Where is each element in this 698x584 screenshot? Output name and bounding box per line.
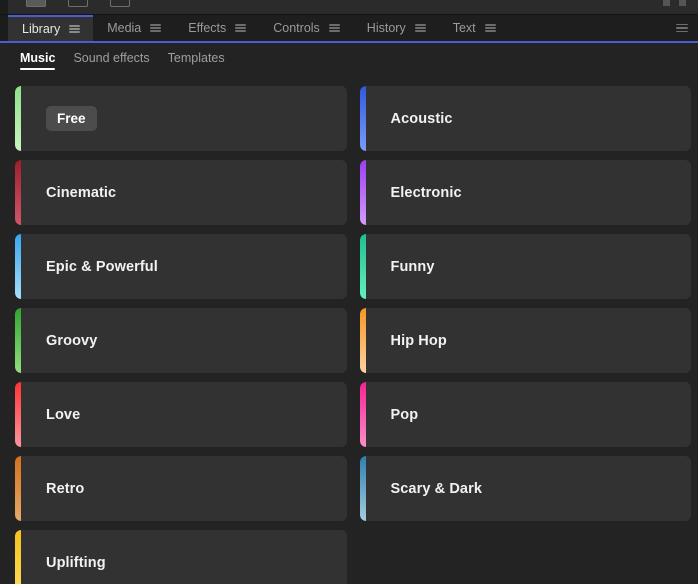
category-card-funny[interactable]: Funny: [359, 234, 691, 299]
hamburger-icon[interactable]: [414, 24, 426, 32]
tab-library-label: Library: [22, 22, 61, 36]
accent-bar: [15, 530, 21, 584]
category-label: Retro: [46, 480, 85, 497]
tab-controls[interactable]: Controls: [259, 15, 353, 41]
category-card-retro[interactable]: Retro: [15, 456, 347, 521]
category-card-free[interactable]: Free: [15, 86, 347, 151]
tab-text-label: Text: [452, 21, 476, 35]
accent-bar: [359, 86, 366, 151]
sub-tab-bar: Music Sound effects Templates: [0, 43, 698, 78]
accent-bar: [15, 308, 21, 373]
panel-right-icon[interactable]: [679, 0, 686, 6]
accent-bar: [359, 234, 366, 299]
media-pool-icon[interactable]: [26, 0, 46, 7]
tab-library[interactable]: Library: [8, 15, 94, 41]
tab-bar-overflow-menu[interactable]: [676, 15, 698, 41]
subtab-templates[interactable]: Templates: [168, 51, 225, 70]
accent-bar: [15, 86, 21, 151]
tab-effects-label: Effects: [188, 21, 227, 35]
accent-bar: [15, 456, 21, 521]
edit-index-icon[interactable]: [110, 0, 130, 7]
hamburger-icon[interactable]: [328, 24, 340, 32]
accent-bar: [15, 160, 21, 225]
toolbar-icon-group: [26, 0, 130, 7]
panel-left-icon[interactable]: [663, 0, 670, 6]
category-card-epic-and-powerful[interactable]: Epic & Powerful: [15, 234, 347, 299]
tab-controls-label: Controls: [273, 21, 320, 35]
category-label: Hip Hop: [390, 332, 447, 349]
category-label: Electronic: [390, 184, 462, 201]
category-card-cinematic[interactable]: Cinematic: [15, 160, 347, 225]
category-label: Scary & Dark: [390, 480, 482, 497]
subtab-music[interactable]: Music: [20, 51, 56, 70]
category-label: Acoustic: [390, 110, 453, 127]
category-list: Free Acoustic Cinematic Electronic Epic …: [0, 78, 698, 584]
category-label: Epic & Powerful: [46, 258, 158, 275]
toolbar-strip: [0, 0, 698, 15]
accent-bar: [359, 308, 366, 373]
tab-bar: Library Media Effects Controls History T…: [0, 15, 698, 43]
accent-bar: [15, 382, 21, 447]
category-card-acoustic[interactable]: Acoustic: [359, 86, 691, 151]
tab-effects[interactable]: Effects: [174, 15, 259, 41]
category-label: Uplifting: [46, 554, 106, 571]
toolbar-right-icon-group: [663, 0, 686, 6]
library-panel: Library Media Effects Controls History T…: [0, 0, 698, 584]
accent-bar: [359, 382, 366, 447]
hamburger-icon[interactable]: [484, 24, 496, 32]
category-label: Funny: [390, 258, 435, 275]
category-label: Groovy: [46, 332, 98, 349]
left-rail-tabbar: [0, 15, 8, 41]
hamburger-icon[interactable]: [235, 24, 247, 32]
tab-text[interactable]: Text: [439, 15, 509, 41]
tab-history-label: History: [366, 21, 406, 35]
accent-bar: [15, 234, 21, 299]
category-card-pop[interactable]: Pop: [359, 382, 691, 447]
effects-library-icon[interactable]: [68, 0, 88, 7]
tab-bar-spacer: [509, 15, 676, 41]
category-card-uplifting[interactable]: Uplifting: [15, 530, 347, 584]
category-label: Pop: [390, 406, 419, 423]
category-grid: Free Acoustic Cinematic Electronic Epic …: [15, 86, 691, 584]
tab-media[interactable]: Media: [93, 15, 174, 41]
hamburger-icon[interactable]: [69, 25, 81, 33]
tab-media-label: Media: [107, 21, 142, 35]
hamburger-icon[interactable]: [676, 23, 688, 33]
left-rail: [0, 0, 8, 14]
category-card-love[interactable]: Love: [15, 382, 347, 447]
hamburger-icon[interactable]: [150, 24, 162, 32]
category-card-hip-hop[interactable]: Hip Hop: [359, 308, 691, 373]
category-label: Love: [46, 406, 81, 423]
category-card-placeholder: [360, 530, 692, 584]
free-badge[interactable]: Free: [46, 106, 97, 131]
tab-history[interactable]: History: [353, 15, 439, 41]
category-card-scary-and-dark[interactable]: Scary & Dark: [359, 456, 691, 521]
accent-bar: [359, 456, 366, 521]
subtab-sound-effects[interactable]: Sound effects: [73, 51, 149, 70]
accent-bar: [359, 160, 366, 225]
category-card-groovy[interactable]: Groovy: [15, 308, 347, 373]
category-card-electronic[interactable]: Electronic: [359, 160, 691, 225]
category-label: Cinematic: [46, 184, 117, 201]
